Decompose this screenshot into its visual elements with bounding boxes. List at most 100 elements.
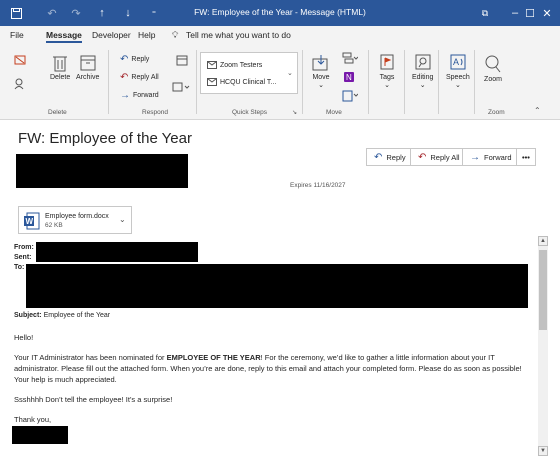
forward-icon: → <box>120 90 130 101</box>
menu-bar: File Message Developer Help 💡︎ Tell me w… <box>0 26 560 46</box>
reply-icon: ↶ <box>374 151 383 163</box>
reply-all-icon: ↶ <box>418 151 427 163</box>
junk-icon[interactable] <box>14 78 26 92</box>
zoom-group-label: Zoom <box>488 109 505 116</box>
from-header: From: <box>14 244 34 251</box>
quick-step-label: HCQU Clinical T... <box>220 78 277 86</box>
reply-label: Reply <box>131 56 150 63</box>
delete-group-label: Delete <box>48 109 67 116</box>
meeting-icon[interactable] <box>176 54 188 68</box>
redacted-from-sent <box>36 242 198 262</box>
tab-developer[interactable]: Developer <box>92 30 131 40</box>
redacted-recipients <box>26 264 528 308</box>
body-paragraph-1: Your IT Administrator has been nominated… <box>14 352 534 385</box>
previous-item-icon[interactable]: ↑ <box>94 6 110 20</box>
undo-icon[interactable]: ↶ <box>44 6 60 20</box>
archive-label: Archive <box>76 74 100 81</box>
next-item-icon[interactable]: ↓ <box>120 6 136 20</box>
delete-label: Delete <box>50 74 71 81</box>
save-icon[interactable] <box>8 6 24 20</box>
ignore-icon[interactable] <box>14 54 26 68</box>
reply-button[interactable]: ↶ Reply <box>120 54 149 65</box>
reply-label: Reply <box>386 152 406 162</box>
ribbon-divider <box>368 50 369 114</box>
reply-icon: ↶ <box>120 54 129 65</box>
redacted-signature <box>12 426 68 444</box>
onenote-icon[interactable]: N <box>343 71 355 85</box>
tags-button[interactable]: Tags ⌄ <box>379 54 395 89</box>
editing-label: Editing <box>412 74 434 81</box>
move-button[interactable]: Move ⌄ <box>312 54 330 89</box>
quick-steps-gallery: Zoom Testers HCQU Clinical T... ⌄ <box>200 52 298 94</box>
dialog-launcher-icon[interactable]: ↘ <box>292 109 297 116</box>
quick-step-zoom-testers[interactable]: Zoom Testers <box>207 61 262 69</box>
chevron-down-icon: ⌄ <box>318 82 324 89</box>
svg-text:N: N <box>346 73 352 82</box>
reply-all-icon: ↶ <box>120 72 129 83</box>
chevron-down-icon: ⌄ <box>419 82 426 89</box>
tell-me-search[interactable]: Tell me what you want to do <box>186 30 291 40</box>
tab-message[interactable]: Message <box>46 30 82 43</box>
sent-header: Sent: <box>14 254 32 261</box>
lightbulb-icon: 💡︎ <box>172 30 179 40</box>
speech-label: Speech <box>446 74 470 81</box>
to-header: To: <box>14 264 24 271</box>
reply-action-button[interactable]: ↶ Reply <box>366 148 414 166</box>
subject-label: Subject: <box>14 312 42 319</box>
greeting-text: Hello! <box>14 333 34 342</box>
attachment-card[interactable]: W Employee form.docx 62 KB ⌄ <box>18 206 132 234</box>
word-document-icon: W <box>24 212 40 230</box>
quick-step-hcqu-clinical[interactable]: HCQU Clinical T... <box>207 78 276 86</box>
quick-step-label: Zoom Testers <box>220 61 263 69</box>
actions-icon[interactable] <box>342 90 358 104</box>
forward-label: Forward <box>133 92 159 99</box>
redo-icon[interactable]: ↷ <box>68 6 84 20</box>
title-bar: ↶ ↷ ↑ ↓ ⁼ FW: Employee of the Year - Mes… <box>0 0 560 26</box>
subject-header: Subject: Employee of the Year <box>14 312 110 319</box>
from-label: From: <box>14 244 34 251</box>
ribbon-divider <box>438 50 439 114</box>
reply-all-label: Reply All <box>430 152 460 162</box>
chevron-down-icon: ⌄ <box>384 82 390 89</box>
move-group-label: Move <box>326 109 342 116</box>
scrollbar-thumb[interactable] <box>539 250 547 330</box>
zoom-button[interactable]: Zoom <box>484 54 502 83</box>
subject-value: Employee of the Year <box>43 312 111 319</box>
speech-button[interactable]: A Speech ⌄ <box>446 54 470 89</box>
forward-action-button[interactable]: → Forward <box>462 148 520 166</box>
ribbon-display-options-icon[interactable]: ⧉ <box>470 0 500 26</box>
sent-label: Sent: <box>14 254 32 261</box>
forward-button[interactable]: → Forward <box>120 90 159 101</box>
body-bold-text: EMPLOYEE OF THE YEAR <box>166 353 261 362</box>
closing-text: Thank you, <box>14 415 52 424</box>
ribbon-divider <box>302 50 303 114</box>
delete-button[interactable]: Delete <box>50 54 70 81</box>
attachment-size: 62 KB <box>45 222 63 229</box>
expires-label: Expires 11/16/2027 <box>290 182 346 189</box>
chevron-down-icon: ⌄ <box>454 82 461 89</box>
tags-label: Tags <box>379 74 395 81</box>
quick-steps-expand-icon[interactable]: ⌄ <box>287 69 293 77</box>
respond-group-label: Respond <box>142 109 169 116</box>
attachment-name: Employee form.docx <box>45 213 109 220</box>
reply-all-button[interactable]: ↶ Reply All <box>120 72 159 83</box>
more-respond-icon[interactable] <box>172 82 190 94</box>
rules-icon[interactable] <box>342 52 358 66</box>
svg-text:W: W <box>26 217 34 226</box>
tab-file[interactable]: File <box>10 30 24 40</box>
editing-button[interactable]: Editing ⌄ <box>412 54 433 89</box>
collapse-ribbon-icon[interactable]: ⌃ <box>534 106 541 115</box>
chevron-down-icon[interactable]: ⌄ <box>119 215 126 224</box>
scroll-down-icon[interactable]: ▼ <box>538 446 548 456</box>
forward-icon: → <box>470 151 480 163</box>
forward-label: Forward <box>484 152 512 162</box>
ribbon: Delete Archive Delete ↶ Reply ↶ Reply Al… <box>0 46 560 120</box>
message-subject: FW: Employee of the Year <box>18 130 192 147</box>
more-actions-button[interactable]: ••• <box>516 148 536 166</box>
archive-button[interactable]: Archive <box>76 54 99 81</box>
reply-all-action-button[interactable]: ↶ Reply All <box>410 148 468 166</box>
tab-help[interactable]: Help <box>138 30 155 40</box>
scroll-up-icon[interactable]: ▲ <box>538 236 548 246</box>
close-button[interactable]: ✕ <box>532 0 560 26</box>
redacted-sender-block <box>16 154 188 188</box>
